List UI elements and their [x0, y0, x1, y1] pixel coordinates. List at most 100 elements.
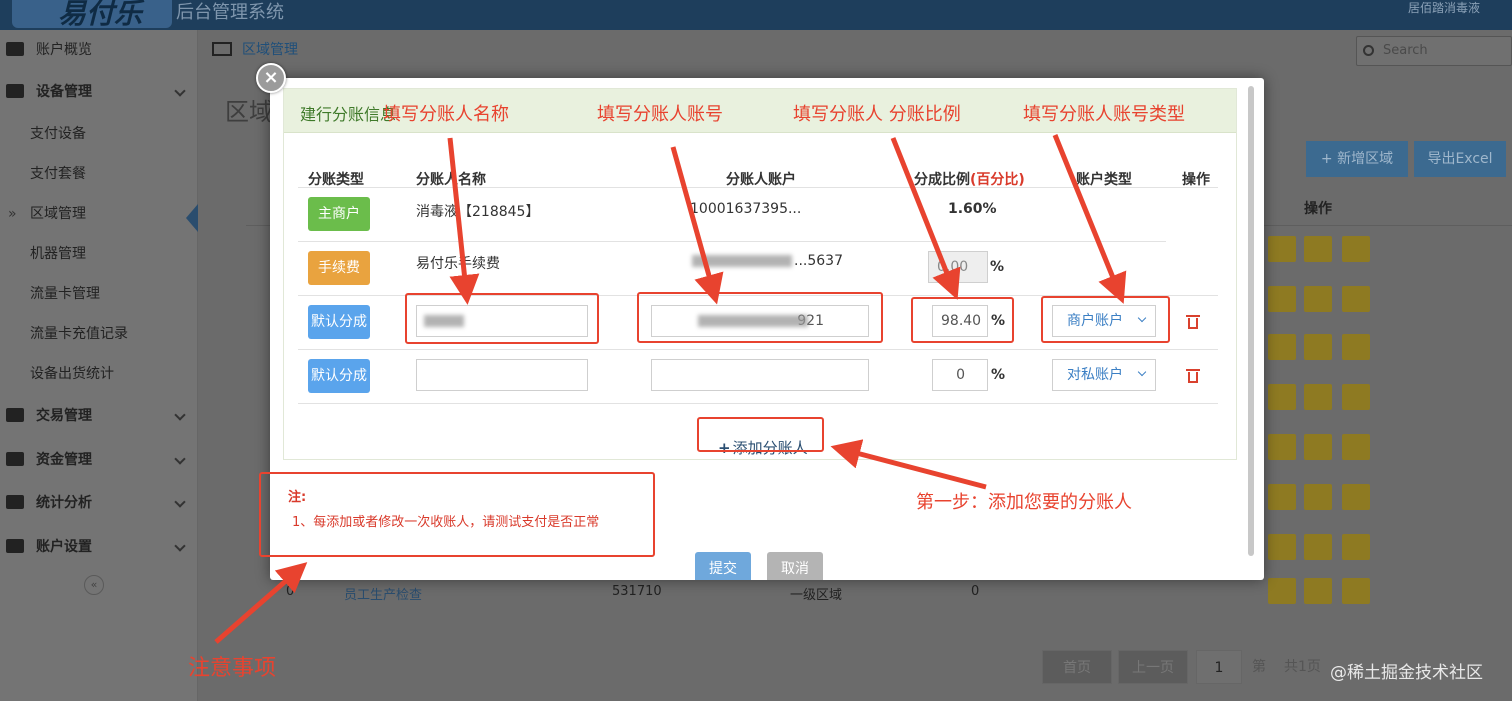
divider	[298, 349, 1218, 350]
search-box[interactable]: Search	[1356, 36, 1512, 66]
divider	[298, 403, 1218, 404]
windows-icon[interactable]	[1304, 286, 1332, 312]
cancel-button[interactable]: 取消	[767, 552, 823, 580]
cloud-icon[interactable]	[1342, 286, 1370, 312]
windows-icon[interactable]	[1304, 484, 1332, 510]
delete-row-icon[interactable]	[1186, 315, 1200, 329]
highlight-ratio-input	[911, 297, 1014, 343]
cell-count: 0	[971, 584, 980, 599]
sidebar-item-label: 设备出货统计	[30, 366, 114, 382]
cloud-icon[interactable]	[1342, 236, 1370, 262]
settings-icon[interactable]	[1268, 484, 1296, 510]
sidebar-sub-machine-management[interactable]: 机器管理	[0, 234, 198, 274]
sidebar-item-label: 支付套餐	[30, 166, 86, 182]
sidebar-item-label: 账户概览	[36, 42, 92, 58]
sidebar-item-label: 设备管理	[36, 84, 92, 100]
type-badge-default-split[interactable]: 默认分成	[308, 359, 370, 393]
delete-row-icon[interactable]	[1186, 369, 1200, 383]
highlight-account-type	[1041, 296, 1170, 343]
settings-icon[interactable]	[1268, 578, 1296, 604]
type-badge-main-merchant: 主商户	[308, 197, 370, 231]
sidebar-item-funds[interactable]: 资金管理	[0, 440, 198, 480]
sidebar-item-label: 区域管理	[30, 206, 86, 222]
cloud-icon[interactable]	[1342, 434, 1370, 460]
cell-level: 一级区域	[790, 588, 843, 603]
sidebar-sub-sim-recharge[interactable]: 流量卡充值记录	[0, 314, 198, 354]
sidebar-sub-sim-card[interactable]: 流量卡管理	[0, 274, 198, 314]
payee-account-cell: ...5637	[794, 253, 843, 269]
ratio-cell: 1.60%	[948, 201, 997, 217]
cloud-icon[interactable]	[1342, 578, 1370, 604]
cloud-icon[interactable]	[1342, 484, 1370, 510]
payee-account-input[interactable]	[651, 359, 869, 391]
page-input[interactable]: 1	[1196, 650, 1242, 684]
windows-icon[interactable]	[1304, 578, 1332, 604]
prev-page-button[interactable]: 上一页	[1118, 650, 1188, 684]
windows-icon[interactable]	[1304, 434, 1332, 460]
settings-icon[interactable]	[1268, 286, 1296, 312]
sidebar-sub-shipment-stats[interactable]: 设备出货统计	[0, 354, 198, 394]
cloud-icon[interactable]	[1342, 534, 1370, 560]
sidebar-item-label: 支付设备	[30, 126, 86, 142]
sidebar-item-account-settings[interactable]: 账户设置	[0, 527, 198, 567]
cloud-icon[interactable]	[1342, 334, 1370, 360]
windows-icon[interactable]	[1304, 236, 1332, 262]
header-payee-account: 分账人账户	[726, 172, 796, 188]
divider	[298, 187, 1218, 188]
chevron-down-icon	[174, 409, 186, 421]
sidebar-item-label: 资金管理	[36, 452, 92, 468]
sidebar-item-account-overview[interactable]: 账户概览	[0, 30, 198, 70]
header-op: 操作	[1182, 172, 1210, 188]
payee-name-input[interactable]	[416, 359, 588, 391]
highlight-account-input	[637, 292, 883, 343]
scrollbar[interactable]	[1248, 86, 1254, 556]
first-page-button[interactable]: 首页	[1042, 650, 1112, 684]
header-ratio-label: 分成比例	[914, 172, 970, 188]
settings-icon[interactable]	[1268, 236, 1296, 262]
windows-icon[interactable]	[1304, 384, 1332, 410]
book-icon	[6, 408, 24, 422]
cell-name[interactable]: 员工生产检查	[344, 584, 422, 603]
sidebar-sub-payment-device[interactable]: 支付设备	[0, 114, 198, 154]
sidebar-item-statistics[interactable]: 统计分析	[0, 483, 198, 523]
sidebar: 账户概览 设备管理 支付设备 支付套餐 » 区域管理 机器管理 流量卡管理 流量…	[0, 30, 198, 701]
credit-card-icon	[6, 452, 24, 466]
chevron-down-icon	[174, 496, 186, 508]
user-menu[interactable]: 居佰踏消毒液	[1408, 0, 1480, 16]
header-account-type: 账户类型	[1076, 172, 1132, 188]
select-value: 对私账户	[1067, 367, 1123, 383]
percent-sign: %	[990, 259, 1005, 275]
settings-icon[interactable]	[1268, 534, 1296, 560]
percent-sign: %	[991, 367, 1006, 383]
sidebar-collapse-button[interactable]: «	[84, 575, 104, 595]
settings-icon[interactable]	[1268, 434, 1296, 460]
export-excel-button[interactable]: 导出Excel	[1414, 141, 1506, 177]
ratio-input[interactable]: 0	[932, 359, 988, 391]
add-region-button[interactable]: + 新增区域	[1306, 141, 1408, 177]
breadcrumb-label[interactable]: 区域管理	[242, 42, 298, 58]
active-marker: »	[8, 206, 17, 222]
page-title: 区域	[225, 98, 273, 126]
monitor-icon	[6, 42, 24, 56]
type-badge-default-split[interactable]: 默认分成	[308, 305, 370, 339]
windows-icon[interactable]	[1304, 534, 1332, 560]
windows-icon[interactable]	[1304, 334, 1332, 360]
submit-button[interactable]: 提交	[695, 552, 751, 580]
sidebar-item-transactions[interactable]: 交易管理	[0, 396, 198, 436]
system-title: 后台管理系统	[176, 2, 284, 23]
split-panel: 建行分账信息 分账类型 分账人名称 分账人账户 分成比例(百分比) 账户类型 操…	[283, 88, 1237, 460]
settings-icon[interactable]	[1268, 384, 1296, 410]
sidebar-item-device-management[interactable]: 设备管理	[0, 72, 198, 112]
cloud-icon[interactable]	[1342, 384, 1370, 410]
sidebar-sub-region-management[interactable]: » 区域管理	[0, 194, 198, 234]
account-type-select[interactable]: 对私账户	[1052, 359, 1156, 391]
sidebar-sub-payment-package[interactable]: 支付套餐	[0, 154, 198, 194]
chevron-down-icon	[174, 85, 186, 97]
settings-icon[interactable]	[1268, 334, 1296, 360]
sidebar-item-label: 流量卡充值记录	[30, 326, 128, 342]
logo-text: 易付乐	[58, 0, 143, 30]
page-total: 共1页	[1284, 659, 1321, 675]
close-icon[interactable]: ×	[256, 63, 286, 93]
annotation-account-type: 填写分账人账号类型	[1023, 104, 1185, 125]
sidebar-item-label: 统计分析	[36, 495, 92, 511]
